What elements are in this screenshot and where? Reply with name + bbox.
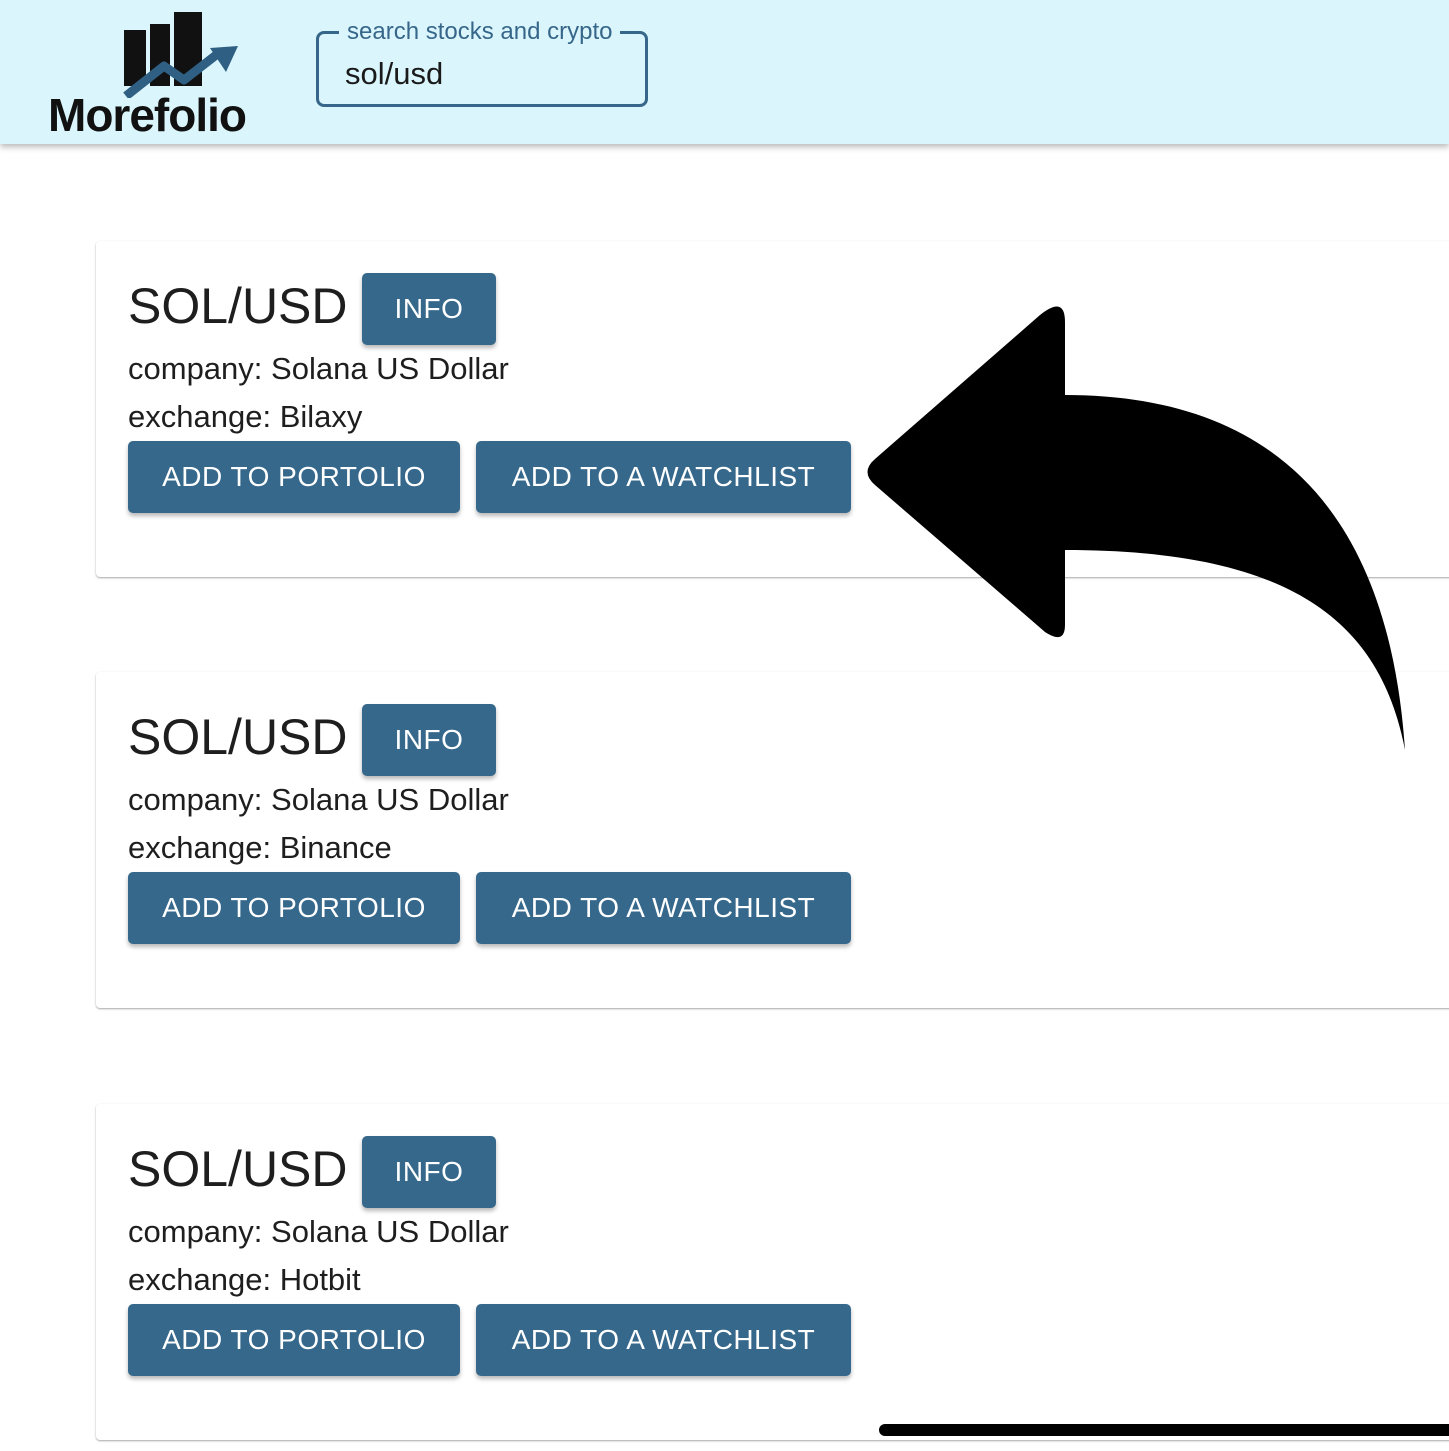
company-label: company: (128, 1214, 263, 1249)
company-line: company: Solana US Dollar (128, 782, 509, 818)
company-label: company: (128, 351, 263, 386)
result-card: SOL/USD INFO company: Solana US Dollar e… (96, 1104, 1449, 1440)
symbol-title: SOL/USD (128, 278, 348, 334)
company-value: Solana US Dollar (271, 1214, 509, 1249)
company-label: company: (128, 782, 263, 817)
exchange-line: exchange: Binance (128, 830, 392, 866)
exchange-label: exchange: (128, 399, 272, 434)
app-header: Morefolio search stocks and crypto (0, 0, 1449, 144)
search-input[interactable] (345, 56, 635, 92)
info-button[interactable]: INFO (362, 273, 496, 345)
exchange-label: exchange: (128, 1262, 272, 1297)
search-field[interactable]: search stocks and crypto (316, 18, 648, 107)
exchange-value: Bilaxy (279, 399, 363, 434)
company-line: company: Solana US Dollar (128, 351, 509, 387)
symbol-title: SOL/USD (128, 1141, 348, 1197)
exchange-label: exchange: (128, 830, 272, 865)
add-to-watchlist-button[interactable]: ADD TO A WATCHLIST (476, 872, 851, 944)
company-value: Solana US Dollar (271, 351, 509, 386)
add-to-watchlist-button[interactable]: ADD TO A WATCHLIST (476, 1304, 851, 1376)
add-to-portfolio-button[interactable]: ADD TO PORTOLIO (128, 441, 460, 513)
bar-chart-logo-icon (123, 12, 238, 100)
exchange-line: exchange: Bilaxy (128, 399, 362, 435)
search-label: search stocks and crypto (339, 18, 621, 46)
logo-wordmark: Morefolio (48, 89, 247, 141)
add-to-portfolio-button[interactable]: ADD TO PORTOLIO (128, 1304, 460, 1376)
exchange-value: Hotbit (279, 1262, 361, 1297)
morefolio-logo[interactable]: Morefolio (46, 8, 272, 141)
company-line: company: Solana US Dollar (128, 1214, 509, 1250)
home-indicator (879, 1424, 1449, 1436)
symbol-title: SOL/USD (128, 709, 348, 765)
curved-arrow-left-icon (867, 306, 1405, 750)
add-to-watchlist-button[interactable]: ADD TO A WATCHLIST (476, 441, 851, 513)
exchange-line: exchange: Hotbit (128, 1262, 361, 1298)
info-button[interactable]: INFO (362, 704, 496, 776)
company-value: Solana US Dollar (271, 782, 509, 817)
exchange-value: Binance (279, 830, 392, 865)
add-to-portfolio-button[interactable]: ADD TO PORTOLIO (128, 872, 460, 944)
info-button[interactable]: INFO (362, 1136, 496, 1208)
